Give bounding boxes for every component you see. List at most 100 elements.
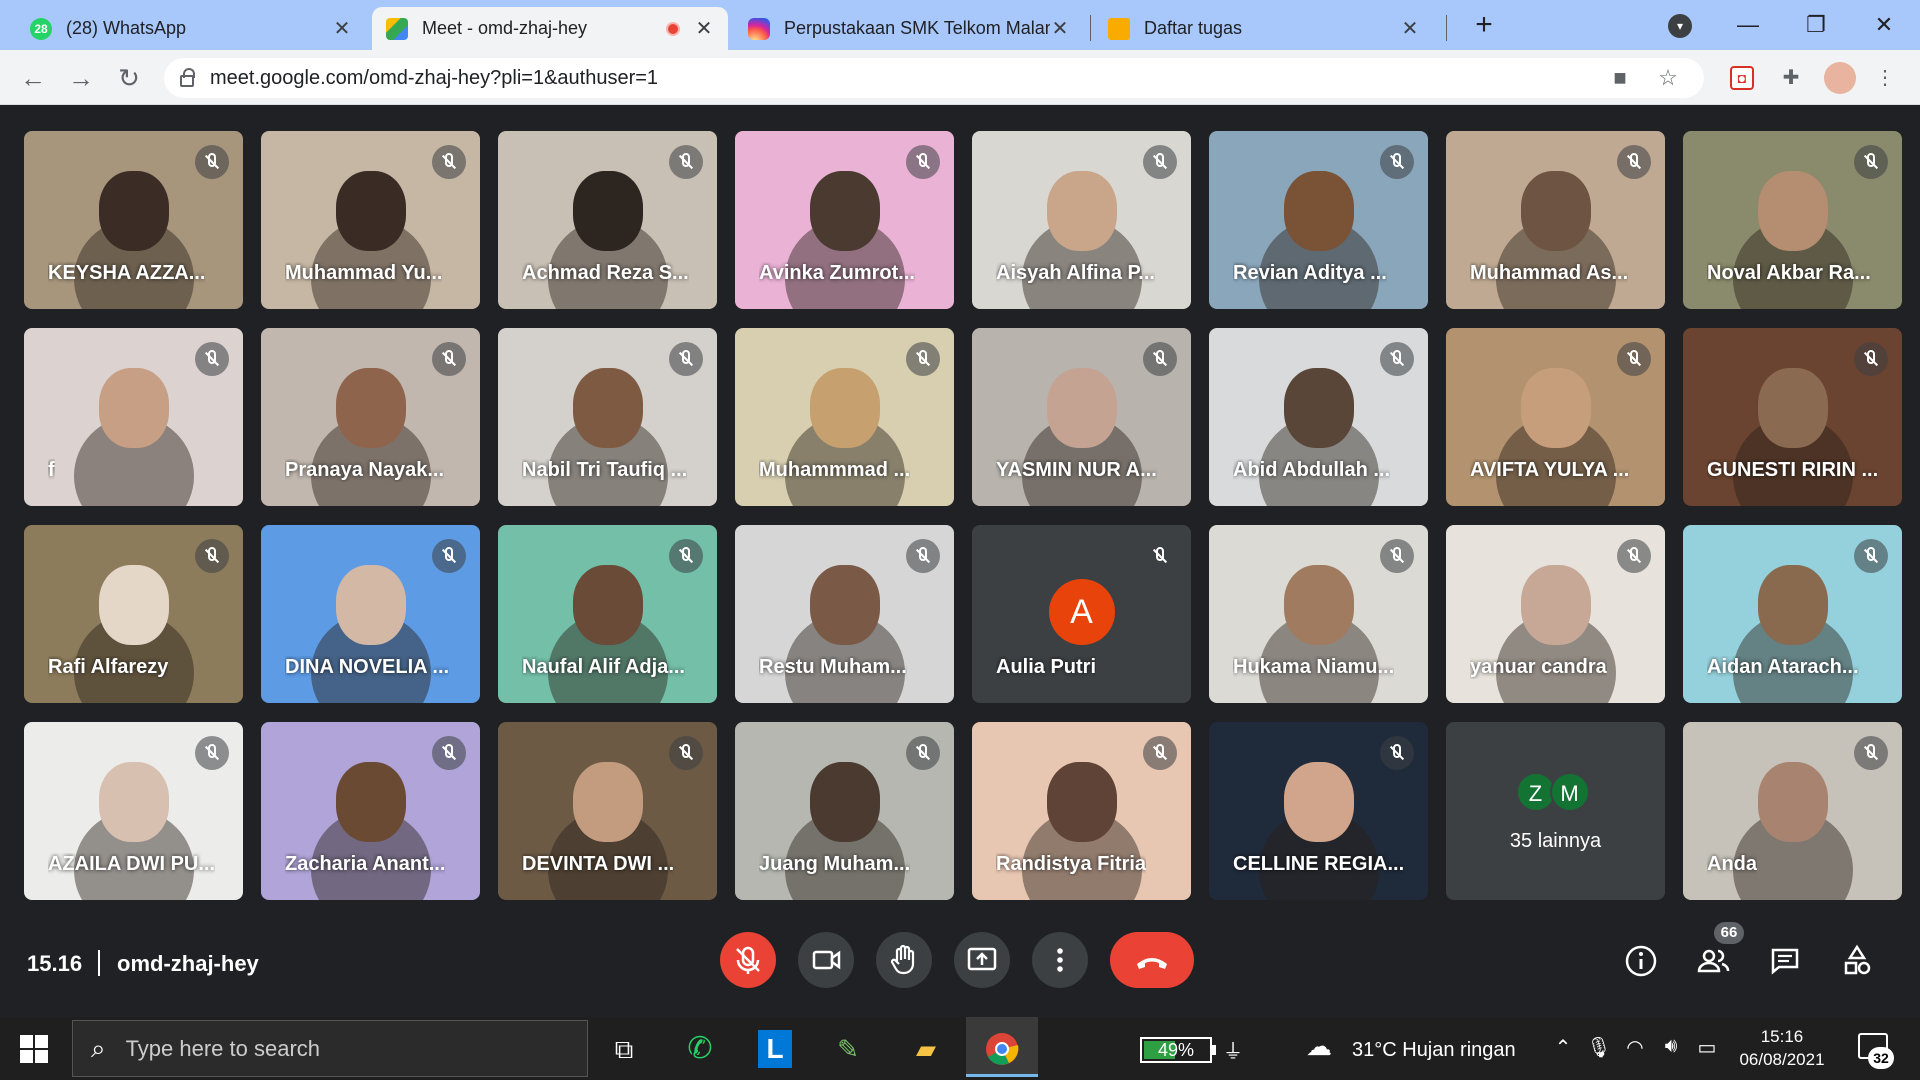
microphone-tray-icon[interactable]: 🎙︎ (1586, 1035, 1612, 1060)
leave-call-button[interactable] (1110, 932, 1194, 988)
tab-search-icon[interactable]: ▾ (1668, 14, 1692, 38)
weather-cloud-icon[interactable]: ☁ (1306, 1031, 1332, 1062)
browser-tab-strip: 28 (28) WhatsApp ✕ Meet - omd-zhaj-hey ✕… (0, 0, 1920, 50)
participant-tile[interactable]: Juang Muham... (735, 722, 954, 900)
participant-tile[interactable]: KEYSHA AZZA... (24, 131, 243, 309)
participant-tile[interactable]: Revian Aditya ... (1209, 131, 1428, 309)
participant-tile[interactable]: Achmad Reza S... (498, 131, 717, 309)
mic-muted-icon (195, 342, 229, 376)
participant-tile[interactable]: Z M 35 lainnya (1446, 722, 1665, 900)
participant-tile[interactable]: Naufal Alif Adja... (498, 525, 717, 703)
editor-app-icon[interactable]: ✎ (826, 1027, 870, 1071)
forward-arrow-icon[interactable]: → (64, 61, 98, 95)
meeting-details-button[interactable] (1618, 938, 1664, 984)
l-app-icon[interactable]: L (758, 1030, 792, 1068)
mic-muted-icon (1380, 539, 1414, 573)
tab-divider (1446, 15, 1447, 41)
camera-in-use-icon[interactable]: ■ (1602, 58, 1638, 98)
profile-avatar[interactable] (1824, 62, 1856, 94)
windows-start-button[interactable] (20, 1035, 48, 1063)
participant-tile[interactable]: f (24, 328, 243, 506)
participant-tile[interactable]: Restu Muham... (735, 525, 954, 703)
participant-tile[interactable]: Aisyah Alfina P... (972, 131, 1191, 309)
participant-tile[interactable]: Hukama Niamu... (1209, 525, 1428, 703)
close-icon[interactable]: ✕ (694, 16, 714, 41)
participant-video-face (98, 368, 169, 448)
participant-tile[interactable]: DINA NOVELIA ... (261, 525, 480, 703)
participant-tile[interactable]: AVIFTA YULYA ... (1446, 328, 1665, 506)
weather-text[interactable]: 31°C Hujan ringan (1352, 1039, 1516, 1062)
minimize-button[interactable]: — (1720, 6, 1776, 44)
participant-tile[interactable]: Avinka Zumrot... (735, 131, 954, 309)
extensions-puzzle-icon[interactable]: ✚ (1776, 63, 1806, 93)
participant-name: yanuar candra (1470, 656, 1607, 678)
raise-hand-button[interactable] (876, 932, 932, 988)
reload-icon[interactable]: ↻ (112, 61, 146, 95)
taskbar-search-box[interactable]: ⌕ Type here to search (72, 1020, 588, 1077)
tab-instagram[interactable]: Perpustakaan SMK Telkom Malan ✕ (734, 7, 1084, 50)
participant-tile[interactable]: Pranaya Nayak... (261, 328, 480, 506)
tab-whatsapp[interactable]: 28 (28) WhatsApp ✕ (16, 7, 366, 50)
restore-button[interactable]: ❐ (1788, 6, 1844, 44)
mic-muted-icon (1380, 145, 1414, 179)
participant-name: YASMIN NUR A... (996, 459, 1157, 481)
microphone-toggle-button[interactable] (720, 932, 776, 988)
participant-tile[interactable]: YASMIN NUR A... (972, 328, 1191, 506)
show-hidden-icons-chevron-icon[interactable]: ⌃ (1550, 1035, 1576, 1060)
tab-meet[interactable]: Meet - omd-zhaj-hey ✕ (372, 7, 728, 50)
participant-name: Muhammad As... (1470, 262, 1629, 284)
chrome-menu-icon[interactable]: ⋮ (1870, 63, 1900, 93)
lock-icon[interactable] (180, 68, 195, 87)
chat-button[interactable] (1762, 938, 1808, 984)
participant-tile[interactable]: GUNESTI RIRIN ... (1683, 328, 1902, 506)
battery-indicator[interactable]: 49% (1140, 1037, 1216, 1063)
participant-tile[interactable]: A Aulia Putri (972, 525, 1191, 703)
volume-icon[interactable]: 🔊︎ (1658, 1035, 1684, 1058)
close-icon[interactable]: ✕ (1050, 16, 1070, 41)
participant-tile[interactable]: Muhammmad ... (735, 328, 954, 506)
battery-tray-icon[interactable]: ▭ (1694, 1035, 1720, 1060)
new-tab-button[interactable]: + (1468, 10, 1500, 42)
mic-muted-icon (195, 145, 229, 179)
file-explorer-icon[interactable]: ▰ (904, 1027, 948, 1071)
participant-tile[interactable]: Rafi Alfarezy (24, 525, 243, 703)
close-icon[interactable]: ✕ (332, 16, 352, 41)
wifi-icon[interactable]: ◠ (1622, 1035, 1648, 1060)
task-view-icon[interactable]: ⧉ (602, 1027, 646, 1071)
participants-button[interactable] (1690, 938, 1736, 984)
participant-tile[interactable]: Aidan Atarach... (1683, 525, 1902, 703)
participant-tile[interactable]: Anda (1683, 722, 1902, 900)
chrome-taskbar-icon[interactable] (966, 1017, 1038, 1077)
participant-name: Muhammmad ... (759, 459, 911, 481)
participant-tile[interactable]: Muhammad Yu... (261, 131, 480, 309)
whatsapp-app-icon[interactable]: ✆ (678, 1027, 722, 1071)
participant-tile[interactable]: Randistya Fitria (972, 722, 1191, 900)
participant-video-face (809, 368, 880, 448)
participant-tile[interactable]: Abid Abdullah ... (1209, 328, 1428, 506)
participant-tile[interactable]: Nabil Tri Taufiq ... (498, 328, 717, 506)
participant-tile[interactable]: CELLINE REGIA... (1209, 722, 1428, 900)
mic-muted-icon (1143, 145, 1177, 179)
hand-icon (890, 944, 915, 975)
back-arrow-icon[interactable]: ← (16, 61, 50, 95)
activities-button[interactable] (1834, 938, 1880, 984)
participant-tile[interactable]: AZAILA DWI PU... (24, 722, 243, 900)
participant-tile[interactable]: yanuar candra (1446, 525, 1665, 703)
close-icon[interactable]: ✕ (1400, 16, 1420, 41)
camera-toggle-button[interactable] (798, 932, 854, 988)
close-window-button[interactable]: ✕ (1856, 6, 1912, 44)
taskbar-clock[interactable]: 15:16 06/08/2021 (1722, 1025, 1842, 1071)
tab-daftar-tugas[interactable]: Daftar tugas ✕ (1094, 7, 1434, 50)
participant-tile[interactable]: DEVINTA DWI ... (498, 722, 717, 900)
participant-name: Pranaya Nayak... (285, 459, 444, 481)
participant-name: f (48, 459, 55, 481)
participant-tile[interactable]: Zacharia Anant... (261, 722, 480, 900)
present-screen-button[interactable] (954, 932, 1010, 988)
participant-tile[interactable]: Noval Akbar Ra... (1683, 131, 1902, 309)
participant-tile[interactable]: Muhammad As... (1446, 131, 1665, 309)
extension-shield-icon[interactable]: ◘ (1730, 66, 1754, 90)
url-text[interactable]: meet.google.com/omd-zhaj-hey?pli=1&authu… (210, 67, 658, 90)
more-options-button[interactable] (1032, 932, 1088, 988)
bookmark-star-icon[interactable]: ☆ (1650, 58, 1686, 98)
address-bar[interactable]: meet.google.com/omd-zhaj-hey?pli=1&authu… (164, 58, 1704, 98)
